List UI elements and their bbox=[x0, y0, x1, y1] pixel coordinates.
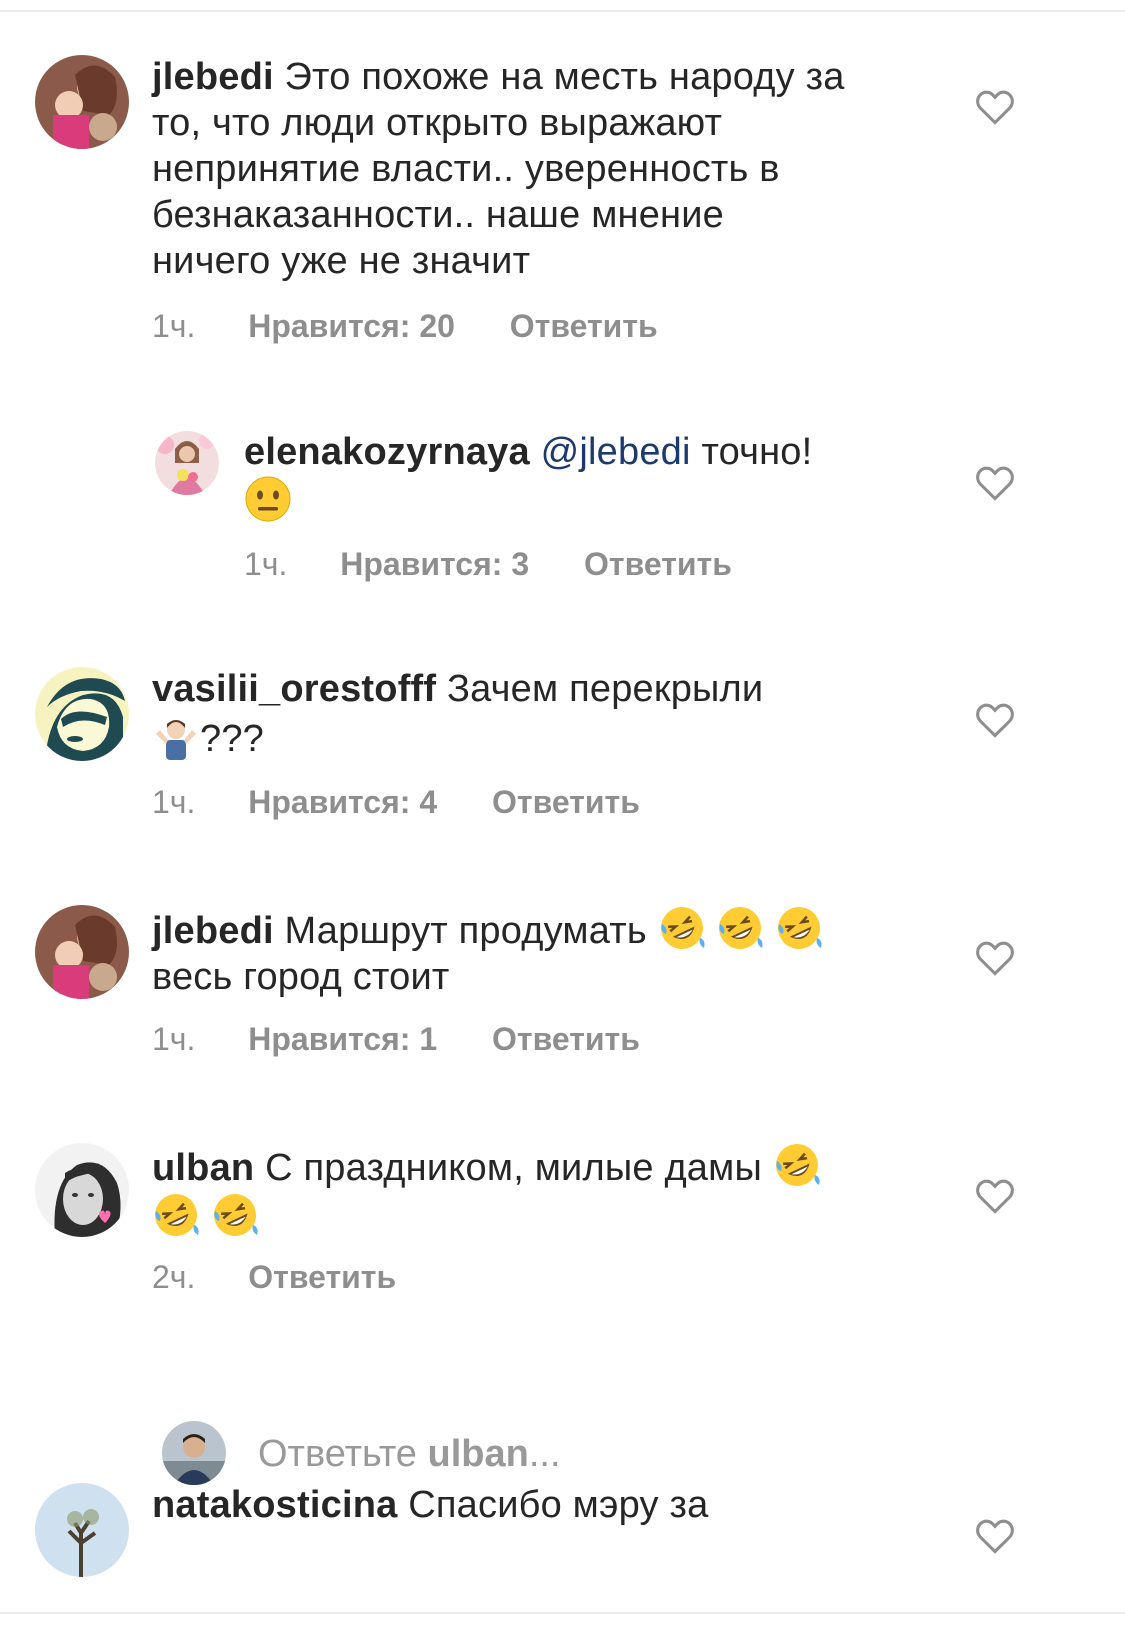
comment-text: natakosticina Спасибо мэру за bbox=[152, 1482, 932, 1528]
avatar[interactable] bbox=[35, 1483, 129, 1577]
comment-username[interactable]: natakosticina bbox=[152, 1484, 397, 1526]
comment-body: Спасибо мэру за bbox=[408, 1484, 709, 1526]
comment-item: natakosticina Спасибо мэру за bbox=[0, 0, 1125, 1612]
bottom-divider bbox=[0, 1612, 1125, 1614]
avatar-photo-icon bbox=[35, 1483, 129, 1577]
heart-outline-icon[interactable] bbox=[975, 1518, 1015, 1554]
